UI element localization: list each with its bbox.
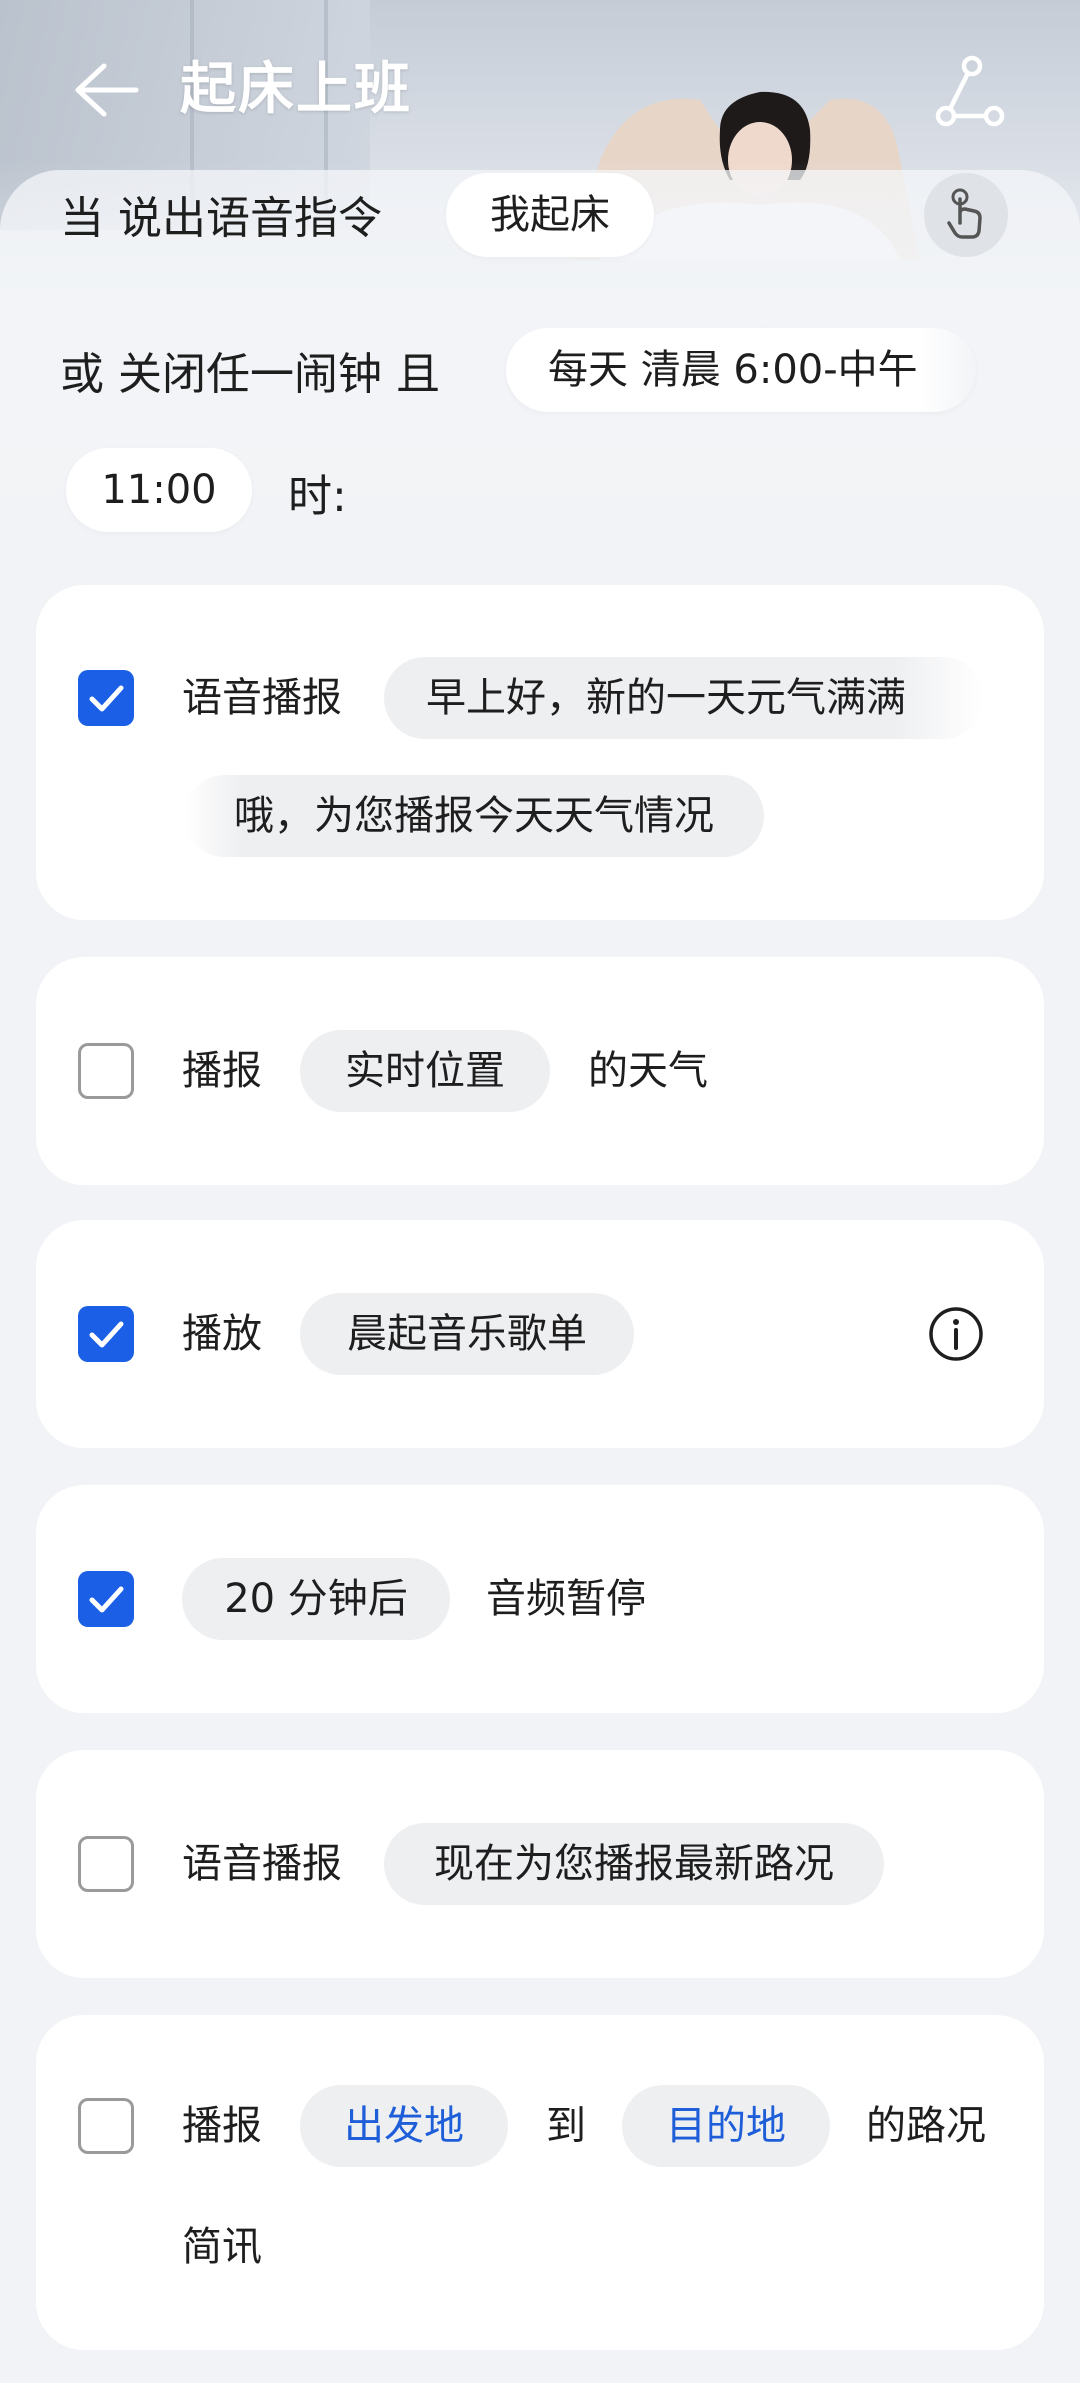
branch-share-icon[interactable] (932, 54, 1008, 130)
top-bar: 起床上班 (0, 40, 1080, 140)
checkbox-music[interactable] (78, 1306, 134, 1362)
action-suffix: 音频暂停 (486, 1576, 646, 1622)
hand-touch-icon (947, 188, 982, 239)
time-end-pill[interactable]: 11:00 (66, 448, 252, 532)
greeting-text-pill-line1[interactable]: 早上好，新的一天元气满满 (384, 657, 984, 739)
action-connector: 到 (546, 2103, 586, 2149)
action-suffix-line2: 简讯 (182, 2224, 262, 2270)
touch-trigger-button[interactable] (924, 173, 1008, 257)
checkbox-route-traffic[interactable] (78, 2098, 134, 2154)
action-card-weather: 播报 实时位置 的天气 (36, 957, 1044, 1185)
checkbox-voice-greeting[interactable] (78, 670, 134, 726)
action-label: 语音播报 (182, 675, 342, 721)
checkmark-icon (89, 1586, 124, 1613)
traffic-text-pill[interactable]: 现在为您播报最新路况 (384, 1823, 884, 1905)
checkbox-traffic-voice[interactable] (78, 1836, 134, 1892)
playlist-pill[interactable]: 晨起音乐歌单 (300, 1293, 634, 1375)
action-label: 播报 (182, 2103, 262, 2149)
action-card-route-traffic: 播报 出发地 到 目的地 的路况 简讯 (36, 2015, 1044, 2350)
action-suffix: 的天气 (588, 1048, 708, 1094)
action-label: 语音播报 (182, 1841, 342, 1887)
checkmark-icon (89, 685, 124, 712)
back-arrow-icon[interactable] (70, 58, 142, 122)
action-label: 播报 (182, 1048, 262, 1094)
page-title: 起床上班 (180, 57, 412, 122)
action-card-traffic-voice: 语音播报 现在为您播报最新路况 (36, 1750, 1044, 1978)
checkbox-weather[interactable] (78, 1043, 134, 1099)
trigger-line2-text: 或 关闭任一闹钟 且 (60, 349, 440, 400)
checkbox-pause-audio[interactable] (78, 1571, 134, 1627)
action-card-voice-greeting: 语音播报 早上好，新的一天元气满满 哦，为您播报今天天气情况 (36, 585, 1044, 920)
delay-pill[interactable]: 20 分钟后 (182, 1558, 450, 1640)
action-card-pause-audio: 20 分钟后 音频暂停 (36, 1485, 1044, 1713)
checkmark-icon (89, 1321, 124, 1348)
action-suffix: 的路况 (866, 2103, 986, 2149)
location-pill[interactable]: 实时位置 (300, 1030, 550, 1112)
time-range-pill[interactable]: 每天 清晨 6:00-中午 (506, 328, 976, 412)
greeting-text-pill-line2[interactable]: 哦，为您播报今天天气情况 (184, 775, 764, 857)
trigger-time-suffix: 时: (288, 471, 347, 522)
trigger-line1-text: 当 说出语音指令 (60, 193, 382, 244)
destination-pill[interactable]: 目的地 (622, 2085, 830, 2167)
voice-command-pill[interactable]: 我起床 (446, 173, 654, 257)
departure-pill[interactable]: 出发地 (300, 2085, 508, 2167)
action-label: 播放 (182, 1311, 262, 1357)
info-icon[interactable] (926, 1304, 986, 1364)
action-card-music: 播放 晨起音乐歌单 (36, 1220, 1044, 1448)
